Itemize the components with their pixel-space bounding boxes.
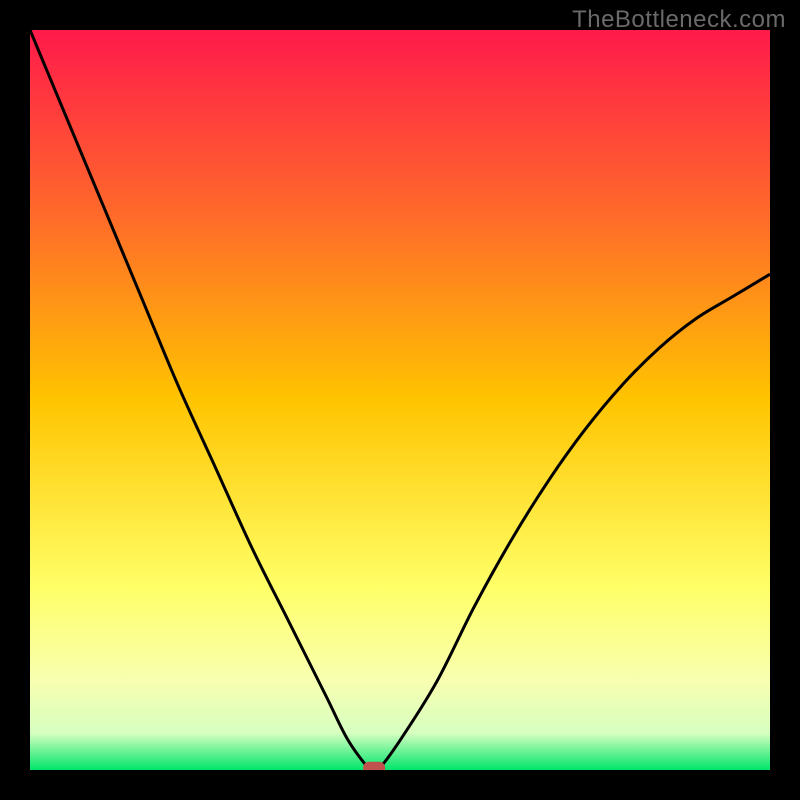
chart-frame: [30, 30, 770, 770]
bottleneck-chart: [30, 30, 770, 770]
marker-icon: [363, 762, 385, 770]
plot-background: [30, 30, 770, 770]
watermark-label: TheBottleneck.com: [572, 6, 786, 34]
